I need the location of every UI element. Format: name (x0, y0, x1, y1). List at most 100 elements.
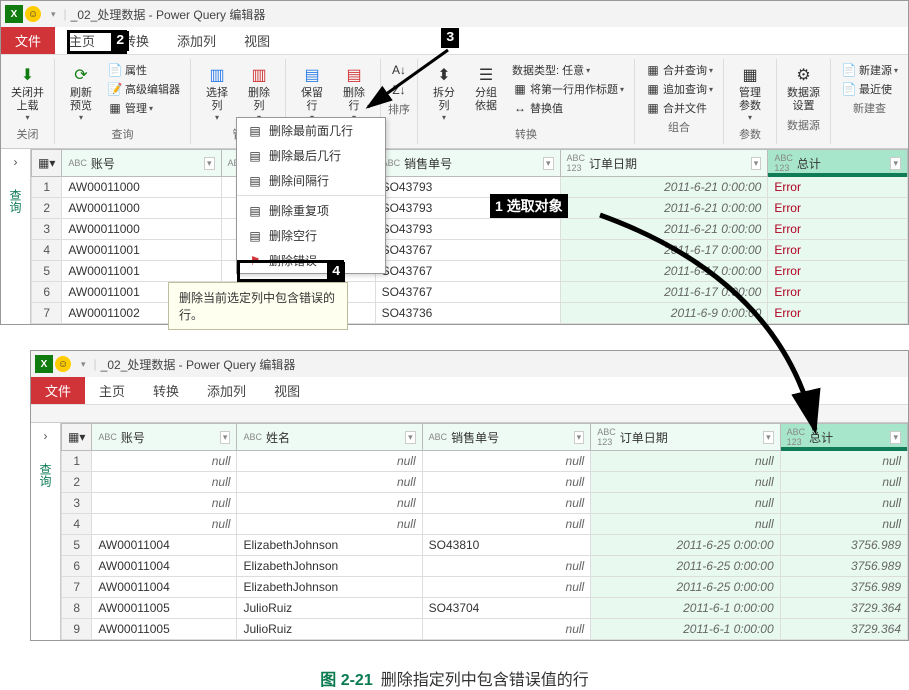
sort-desc-button[interactable]: Z↓ (387, 81, 411, 99)
cell[interactable]: JulioRuiz (237, 598, 422, 619)
datatype-icon[interactable]: ABC (68, 158, 87, 168)
cell[interactable]: 2011-6-21 0:00:00 (560, 177, 768, 198)
cell[interactable]: null (780, 514, 907, 535)
table-row[interactable]: 2AW00011000SO437932011-6-21 0:00:00Error (32, 198, 908, 219)
col-header-acct[interactable]: ABC账号▾ (62, 150, 221, 177)
cell[interactable]: Error (768, 198, 908, 219)
cell[interactable]: null (422, 577, 591, 598)
merge-query-button[interactable]: ▦合并查询▾ (641, 61, 717, 79)
filter-icon[interactable]: ▾ (574, 431, 585, 444)
cell[interactable]: JulioRuiz (237, 619, 422, 640)
expand-chevron-icon[interactable]: › (44, 429, 48, 443)
cell[interactable]: ElizabethJohnson (237, 556, 422, 577)
cell[interactable]: null (422, 514, 591, 535)
queries-pane-collapsed[interactable]: › 查询 (1, 149, 31, 324)
table-icon[interactable]: ▦▾ (68, 430, 85, 444)
close-load-button[interactable]: ⬇ 关闭并 上载 ▾ (7, 61, 48, 124)
filter-icon[interactable]: ▾ (204, 157, 215, 170)
tab-addcol[interactable]: 添加列 (163, 27, 230, 54)
cell[interactable]: Error (768, 261, 908, 282)
table-row[interactable]: 6AW00011001SO437672011-6-17 0:00:00Error (32, 282, 908, 303)
manage-button[interactable]: ▦管理▾ (103, 99, 184, 117)
cell[interactable]: AW00011004 (92, 556, 237, 577)
data-type-button[interactable]: 数据类型: 任意▾ (508, 61, 628, 79)
cell[interactable]: 3756.989 (780, 577, 907, 598)
datatype-icon[interactable]: ABC123 (567, 153, 586, 173)
dd-remove-alt-rows[interactable]: ▤删除间隔行 (237, 168, 385, 193)
row-number[interactable]: 3 (62, 493, 92, 514)
cell[interactable]: null (422, 472, 591, 493)
col-header-date[interactable]: ABC123订单日期▾ (591, 424, 780, 451)
cell[interactable]: Error (768, 303, 908, 324)
cell[interactable]: null (780, 472, 907, 493)
row-number[interactable]: 8 (62, 598, 92, 619)
cell[interactable]: 2011-6-1 0:00:00 (591, 619, 780, 640)
cell[interactable]: SO43767 (375, 240, 560, 261)
tab-file[interactable]: 文件 (31, 377, 85, 404)
cell[interactable]: AW00011004 (92, 535, 237, 556)
new-source-button[interactable]: 📄新建源▾ (837, 61, 902, 79)
cell[interactable]: 3756.989 (780, 556, 907, 577)
cell[interactable]: Error (768, 219, 908, 240)
recent-sources-button[interactable]: 📄最近使 (837, 80, 896, 98)
cell[interactable]: ElizabethJohnson (237, 535, 422, 556)
cell[interactable]: null (237, 472, 422, 493)
table-row[interactable]: 1AW00011000SO437932011-6-21 0:00:00Error (32, 177, 908, 198)
cell[interactable]: null (422, 451, 591, 472)
split-col-button[interactable]: ⬍ 拆分 列 ▾ (424, 61, 464, 124)
queries-pane-collapsed[interactable]: › 查询 (31, 423, 61, 640)
cell[interactable]: Error (768, 177, 908, 198)
expand-chevron-icon[interactable]: › (14, 155, 18, 169)
cell[interactable]: null (591, 451, 780, 472)
cell[interactable]: null (92, 514, 237, 535)
cell[interactable]: AW00011004 (92, 577, 237, 598)
row-number[interactable]: 5 (32, 261, 62, 282)
refresh-preview-button[interactable]: ⟳ 刷新 预览 ▾ (61, 61, 101, 124)
manage-params-button[interactable]: ▦ 管理 参数 ▾ (730, 61, 770, 124)
cell[interactable]: 2011-6-25 0:00:00 (591, 556, 780, 577)
datatype-icon[interactable]: ABC123 (597, 427, 616, 447)
table-row[interactable]: 3AW00011000SO437932011-6-21 0:00:00Error (32, 219, 908, 240)
table-row[interactable]: 9AW00011005JulioRuiznull2011-6-1 0:00:00… (62, 619, 908, 640)
row-number[interactable]: 9 (62, 619, 92, 640)
row-number[interactable]: 1 (32, 177, 62, 198)
table-row[interactable]: 7AW00011004ElizabethJohnsonnull2011-6-25… (62, 577, 908, 598)
cell[interactable]: ElizabethJohnson (237, 577, 422, 598)
filter-icon[interactable]: ▾ (405, 431, 416, 444)
filter-icon[interactable]: ▾ (751, 157, 762, 170)
filter-icon[interactable]: ▾ (543, 157, 554, 170)
cell[interactable]: null (780, 493, 907, 514)
dd-remove-bottom-rows[interactable]: ▤删除最后几行 (237, 143, 385, 168)
keep-rows-button[interactable]: ▤ 保留 行 ▾ (292, 61, 332, 124)
row-number[interactable]: 2 (62, 472, 92, 493)
tab-view[interactable]: 视图 (260, 377, 314, 404)
cell[interactable]: null (92, 493, 237, 514)
filter-icon[interactable]: ▾ (890, 157, 901, 170)
datatype-icon[interactable]: ABC (98, 432, 117, 442)
cell[interactable]: 3729.364 (780, 598, 907, 619)
cell[interactable]: AW00011005 (92, 619, 237, 640)
cell[interactable]: 3756.989 (780, 535, 907, 556)
col-header-name[interactable]: ABC姓名▾ (237, 424, 422, 451)
cell[interactable]: 2011-6-17 0:00:00 (560, 240, 768, 261)
adv-editor-button[interactable]: 📝高级编辑器 (103, 80, 184, 98)
append-query-button[interactable]: ▦追加查询▾ (641, 80, 717, 98)
table-row[interactable]: 4nullnullnullnullnull (62, 514, 908, 535)
cell[interactable]: null (780, 451, 907, 472)
remove-rows-button[interactable]: ▤ 删除 行 ▾ (334, 61, 374, 124)
table-row[interactable]: 7AW00011002RubenTorresSO437362011-6-9 0:… (32, 303, 908, 324)
tab-addcol[interactable]: 添加列 (193, 377, 260, 404)
cell[interactable]: null (92, 472, 237, 493)
cell[interactable]: SO43767 (375, 282, 560, 303)
table-row[interactable]: 8AW00011005JulioRuizSO437042011-6-1 0:00… (62, 598, 908, 619)
datatype-icon[interactable]: ABC (243, 432, 262, 442)
dd-remove-top-rows[interactable]: ▤删除最前面几行 (237, 118, 385, 143)
row-number[interactable]: 6 (62, 556, 92, 577)
table-row[interactable]: 4AW00011001SO437672011-6-17 0:00:00Error (32, 240, 908, 261)
cell[interactable]: null (422, 619, 591, 640)
row-number[interactable]: 5 (62, 535, 92, 556)
col-header-total[interactable]: ABC123总计▾ (780, 424, 907, 451)
cell[interactable]: null (591, 493, 780, 514)
qat-caret-icon[interactable]: ▾ (51, 9, 56, 20)
row-number[interactable]: 6 (32, 282, 62, 303)
